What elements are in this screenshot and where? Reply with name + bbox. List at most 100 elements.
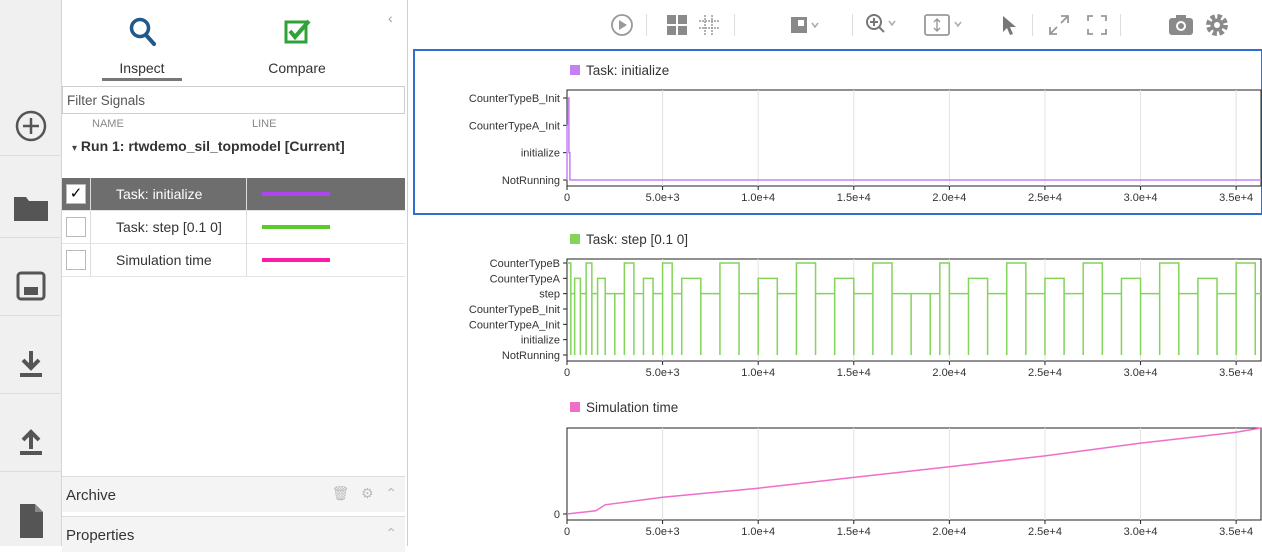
signal-checkbox-simulation-time[interactable]: [66, 250, 86, 270]
y-tick-label: CounterTypeA_Init: [469, 120, 560, 132]
x-tick-label: 3.5e+4: [1219, 367, 1253, 379]
toolbar-separator: [1032, 14, 1033, 36]
plot-area: Task: initialize 0 5.0e+3 1.0e+4 1.5e+4 2.0e+…: [408, 48, 1262, 546]
tab-inspect-label: Inspect: [119, 60, 165, 76]
filter-signals-input[interactable]: [62, 86, 405, 114]
x-tick-label: 5.0e+3: [646, 192, 680, 204]
stream-visual-icon[interactable]: [790, 14, 820, 36]
toolbar-separator: [1120, 14, 1121, 36]
collapse-panel-chevron-icon[interactable]: ‹: [388, 10, 393, 26]
legend-swatch: [570, 65, 580, 75]
tab-compare[interactable]: Compare: [227, 0, 367, 82]
save-button[interactable]: [0, 256, 62, 316]
fit-to-view-icon[interactable]: [923, 13, 965, 37]
x-tick-label: 0: [564, 192, 570, 204]
x-tick-label: 2.0e+4: [932, 192, 966, 204]
chevron-down-icon[interactable]: ▾: [72, 143, 77, 154]
column-header-line[interactable]: LINE: [252, 118, 276, 130]
x-tick-label: 1.0e+4: [741, 192, 775, 204]
cell-divider: [246, 211, 247, 244]
new-session-button[interactable]: [0, 96, 62, 156]
x-tick-label: 1.5e+4: [837, 367, 871, 379]
x-tick-label: 3.5e+4: [1219, 192, 1253, 204]
download-icon: [20, 350, 42, 377]
signal-row-task-step[interactable]: Task: step [0.1 0]: [62, 211, 405, 244]
settings-icon[interactable]: [1204, 12, 1230, 38]
export-button[interactable]: [0, 412, 62, 472]
upload-icon: [20, 428, 42, 455]
plot-title: Task: initialize: [586, 63, 669, 78]
legend-swatch: [570, 402, 580, 412]
plot-axes-box: [566, 89, 1262, 187]
chevron-up-icon[interactable]: ⌃: [385, 525, 397, 541]
layout-grid-icon[interactable]: [666, 14, 688, 36]
x-tick-label: 2.0e+4: [932, 526, 966, 538]
plot-title: Simulation time: [586, 400, 678, 415]
run-label: Run 1: rtwdemo_sil_topmodel [Current]: [80, 138, 345, 154]
x-tick-label: 5.0e+3: [646, 367, 680, 379]
trash-icon[interactable]: 🗑: [332, 485, 350, 501]
signal-panel: Inspect Compare ‹ NAME LINE ▾ Run 1: rtw…: [62, 0, 408, 552]
x-tick-label: 0: [564, 526, 570, 538]
line-style-swatch[interactable]: [262, 192, 330, 196]
run-row[interactable]: ▾ Run 1: rtwdemo_sil_topmodel [Current]: [72, 138, 345, 154]
cursor-icon[interactable]: [1000, 14, 1018, 36]
x-tick-label: 3.5e+4: [1219, 526, 1253, 538]
series-line: [566, 427, 1262, 515]
signal-checkbox-task-step[interactable]: [66, 217, 86, 237]
snapshot-icon[interactable]: [1168, 13, 1194, 37]
x-tick-label: 2.5e+4: [1028, 192, 1062, 204]
archive-label: Archive: [66, 487, 117, 504]
y-tick-label: CounterTypeA: [490, 273, 561, 285]
y-tick-label: step: [539, 289, 560, 301]
tab-compare-label: Compare: [268, 60, 326, 76]
checkbox-compare-icon: [284, 19, 311, 44]
expand-icon[interactable]: [1048, 14, 1070, 36]
x-tick-label: 3.0e+4: [1124, 367, 1158, 379]
save-icon: [16, 271, 46, 300]
column-header-name[interactable]: NAME: [92, 118, 124, 130]
properties-section[interactable]: Properties ⌃: [62, 516, 405, 552]
archive-section[interactable]: Archive 🗑 ⚙ ⌃: [62, 476, 405, 512]
x-tick-label: 1.5e+4: [837, 192, 871, 204]
add-circle-icon: [15, 110, 47, 141]
chevron-up-icon[interactable]: ⌃: [385, 485, 397, 501]
signal-row-simulation-time[interactable]: Simulation time: [62, 244, 405, 277]
active-tab-indicator: [102, 78, 182, 81]
y-tick-label: initialize: [521, 148, 560, 160]
magnifier-icon: [129, 17, 156, 46]
plot-title: Task: step [0.1 0]: [586, 232, 688, 247]
cell-divider: [90, 178, 91, 211]
series-line: [566, 97, 1261, 181]
x-tick-label: 2.5e+4: [1028, 367, 1062, 379]
signal-row-task-initialize[interactable]: ✓ Task: initialize: [62, 178, 405, 211]
plots-canvas[interactable]: Task: initialize 0 5.0e+3 1.0e+4 1.5e+4 2.0e+…: [408, 48, 1262, 546]
x-tick-label: 3.0e+4: [1124, 192, 1158, 204]
y-tick-label: NotRunning: [502, 175, 560, 187]
toolbar-separator: [852, 14, 853, 36]
y-tick-label: initialize: [521, 335, 560, 347]
x-tick-label: 5.0e+3: [646, 526, 680, 538]
x-tick-label: 1.0e+4: [741, 367, 775, 379]
archive-tools: 🗑 ⚙ ⌃: [332, 485, 397, 502]
play-icon[interactable]: [610, 13, 634, 37]
tab-inspect[interactable]: Inspect: [72, 0, 212, 82]
zoom-in-icon[interactable]: [864, 12, 898, 38]
x-tick-label: 0: [564, 367, 570, 379]
cell-divider: [246, 178, 247, 211]
gear-icon[interactable]: ⚙: [361, 485, 374, 501]
import-button[interactable]: [0, 334, 62, 394]
y-tick-label: CounterTypeA_Init: [469, 319, 560, 331]
open-button[interactable]: [0, 178, 62, 238]
y-tick-label: CounterTypeB: [490, 258, 560, 270]
cell-divider: [90, 211, 91, 244]
fullscreen-icon[interactable]: [1086, 14, 1108, 36]
line-style-swatch[interactable]: [262, 225, 330, 229]
legend-swatch: [570, 234, 580, 244]
signal-checkbox-task-initialize[interactable]: ✓: [66, 184, 86, 204]
cell-divider: [90, 244, 91, 277]
left-toolbar: [0, 0, 62, 546]
report-button[interactable]: [0, 490, 62, 550]
subplot-layout-icon[interactable]: [698, 14, 720, 36]
line-style-swatch[interactable]: [262, 258, 330, 262]
